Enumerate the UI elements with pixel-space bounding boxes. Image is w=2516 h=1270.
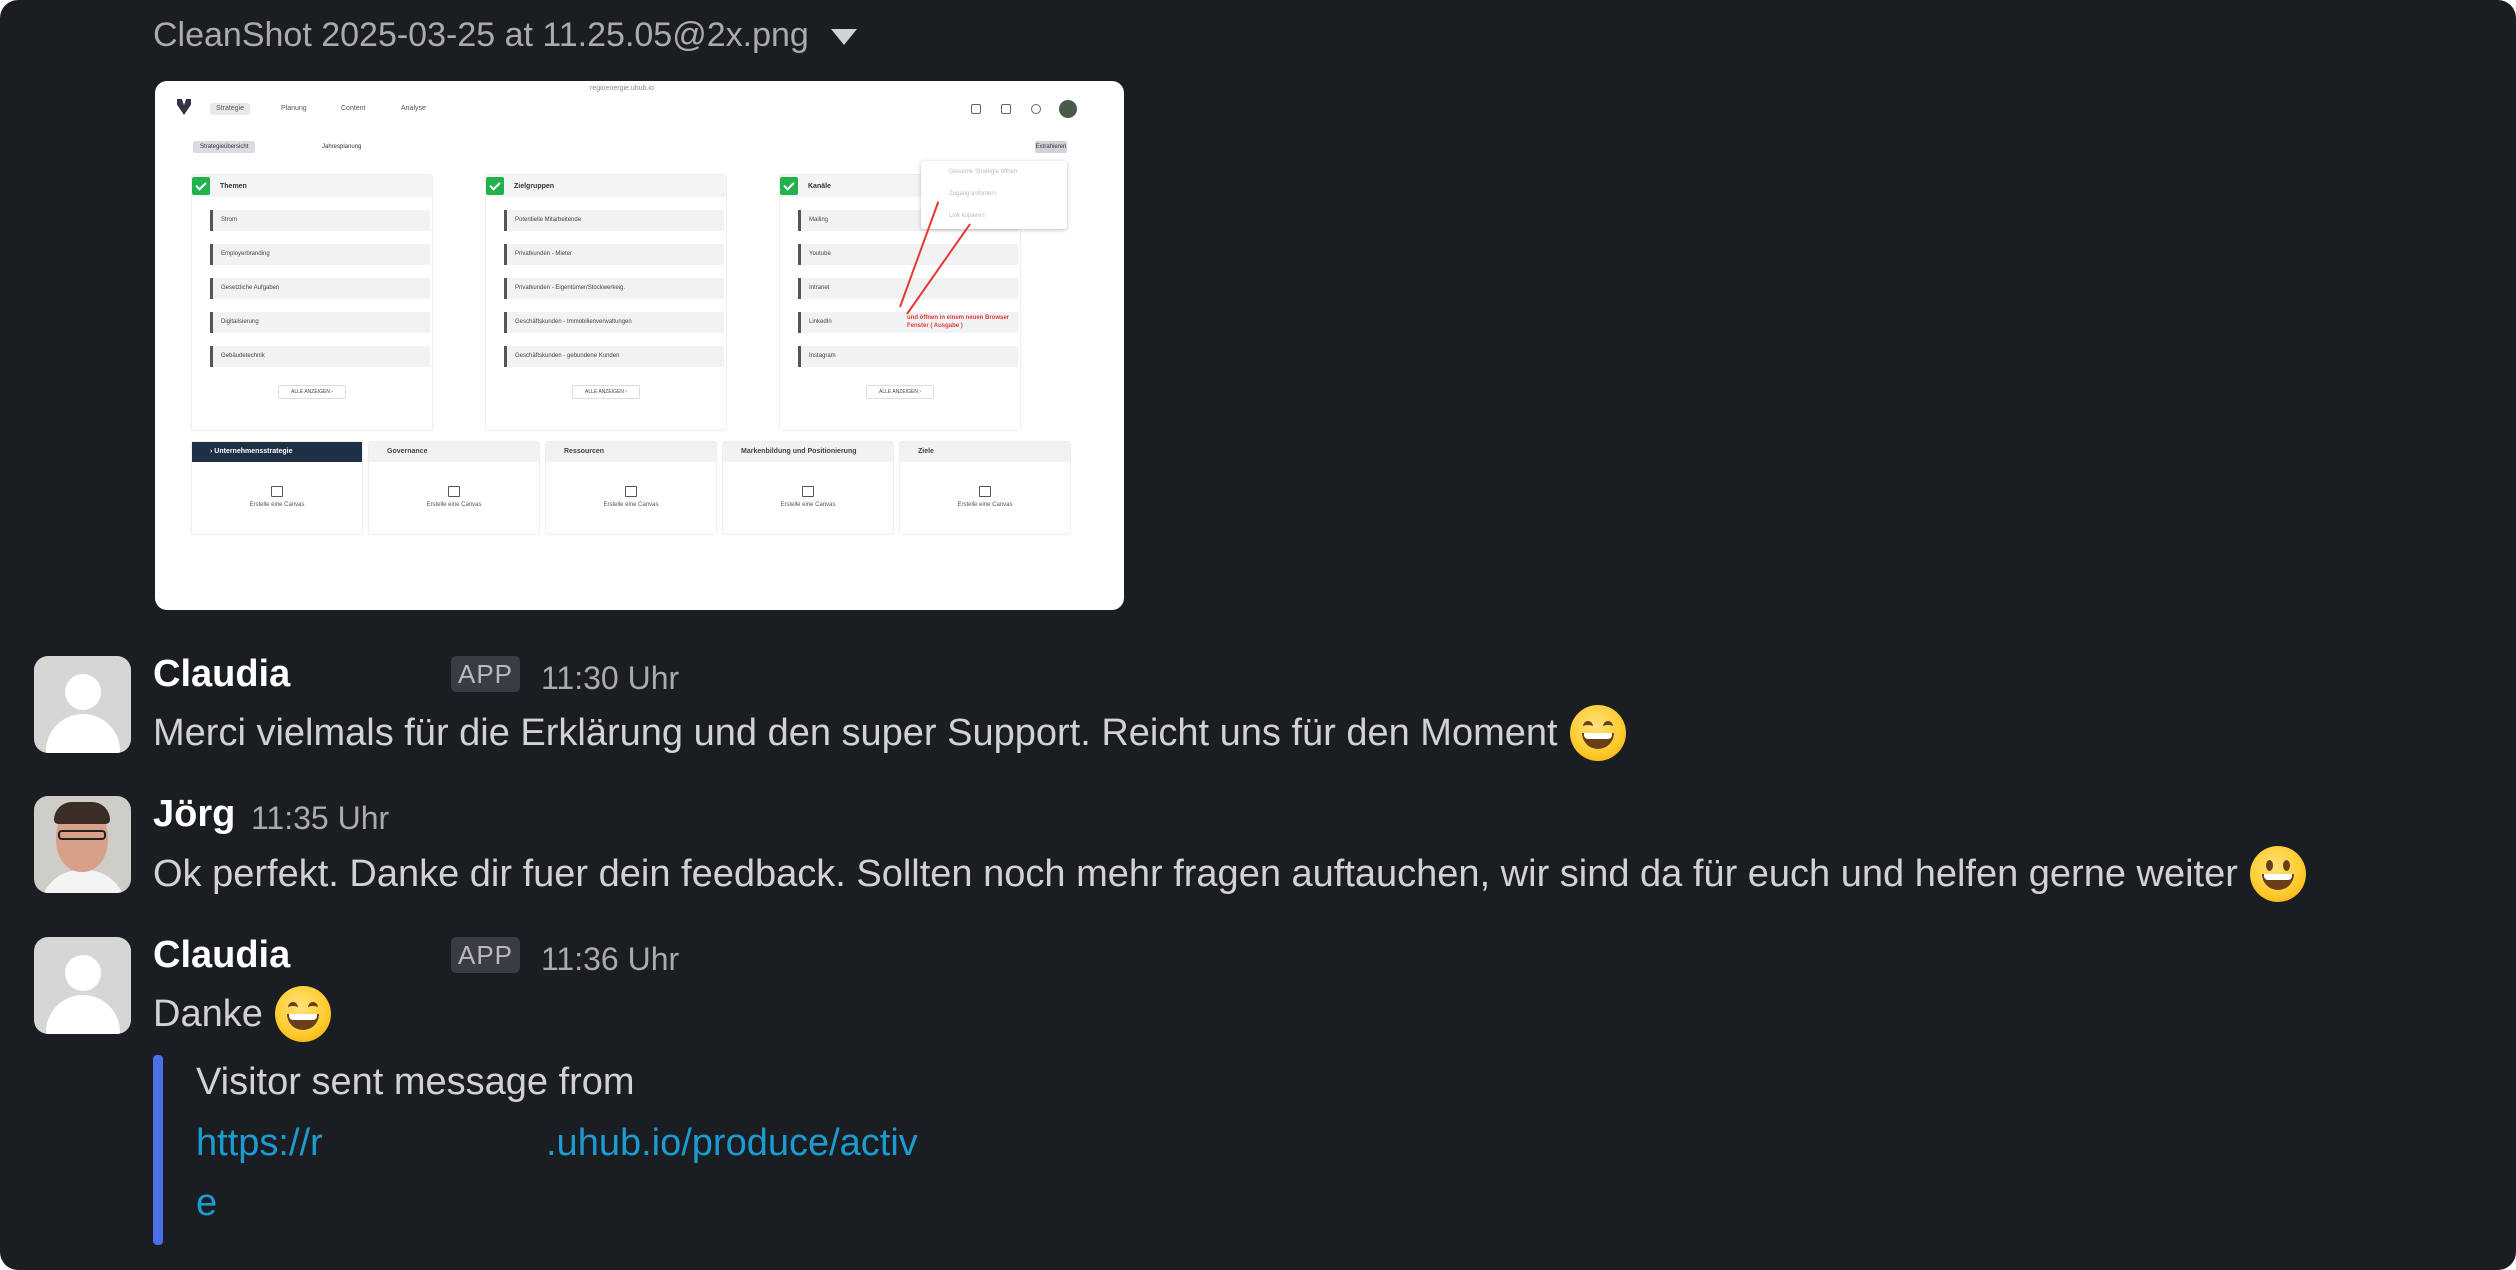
attachment-text: Visitor sent message from [196, 1061, 635, 1103]
message-text: Danke [153, 986, 331, 1042]
list-item: Privatkunden - Mieter [504, 244, 724, 265]
message-body: Danke [153, 992, 263, 1035]
canvas-title: Governance [369, 442, 539, 462]
canvas-label: Erstelle eine Canvas [957, 502, 1013, 508]
canvas-label: Erstelle eine Canvas [249, 502, 305, 508]
author-name[interactable]: Claudia [153, 653, 290, 696]
canvas-label: Erstelle eine Canvas [603, 502, 659, 508]
image-attachment[interactable]: regioenergie.uhub.io Strategie Planung C… [155, 81, 1124, 610]
canvas-icon [271, 486, 283, 497]
check-icon [192, 177, 210, 195]
avatar[interactable] [34, 656, 131, 753]
list-item: Geschäftskunden - gebundene Kunden [504, 346, 724, 367]
screenshot-nav: Strategie Planung Content Analyse [155, 95, 1124, 121]
menu-item: Link kopieren [949, 213, 985, 219]
author-name[interactable]: Claudia [153, 934, 290, 977]
list-item: Employerbranding [210, 244, 430, 265]
column-title: Zielgruppen [514, 182, 555, 190]
column-zielgruppen: Zielgruppen Potentielle Mitarbeitende Pr… [485, 174, 727, 431]
list-item: Digitalisierung [210, 312, 430, 333]
message-text: Ok perfekt. Danke dir fuer dein feedback… [153, 846, 2306, 902]
check-icon [780, 177, 798, 195]
app-badge: APP [451, 937, 520, 973]
list-item: Strom [210, 210, 430, 231]
context-menu: Gesamte Strategie öffnen Zugang anforder… [921, 161, 1067, 229]
annotation-note: und öffnen in einem neuen Browser Fenste… [907, 315, 1010, 329]
author-name[interactable]: Jörg [153, 793, 235, 836]
attachment-link[interactable]: https://r [196, 1122, 323, 1165]
list-item: Geschäftskunden - Immobilienverwaltungen [504, 312, 724, 333]
screenshot-url: regioenergie.uhub.io [590, 85, 654, 92]
app-badge: APP [451, 656, 520, 692]
message-text: Merci vielmals für die Erklärung und den… [153, 705, 1626, 761]
canvas-title: Ressourcen [546, 442, 716, 462]
avatar[interactable] [34, 796, 131, 893]
sub-tab-year: Jahresplanung [322, 144, 362, 150]
canvas-card: Ziele Erstelle eine Canvas [899, 441, 1071, 535]
list-item: Youtube [798, 244, 1018, 265]
canvas-icon [448, 486, 460, 497]
file-attachment-header: CleanShot 2025-03-25 at 11.25.05@2x.png [153, 16, 857, 55]
canvas-icon [625, 486, 637, 497]
canvas-title: Markenbildung und Positionierung [723, 442, 893, 462]
canvas-card: Governance Erstelle eine Canvas [368, 441, 540, 535]
file-name[interactable]: CleanShot 2025-03-25 at 11.25.05@2x.png [153, 16, 809, 55]
message-body: Ok perfekt. Danke dir fuer dein feedback… [153, 852, 2238, 895]
calendar-icon [1001, 104, 1011, 114]
user-avatar [1059, 100, 1077, 118]
column-title: Kanäle [808, 182, 831, 190]
check-icon [486, 177, 504, 195]
nav-tab-analyse: Analyse [401, 105, 426, 112]
timestamp[interactable]: 11:35 Uhr [251, 800, 389, 837]
show-all: ALLE ANZEIGEN › [278, 385, 346, 399]
grinning-smiling-eyes-icon [1569, 705, 1626, 761]
canvas-title: › Unternehmensstrategie [192, 442, 362, 462]
message-body: Merci vielmals für die Erklärung und den… [153, 711, 1558, 754]
attachment-link[interactable]: .uhub.io/produce/activ [546, 1122, 918, 1165]
list-item: Gesetzliche Aufgaben [210, 278, 430, 299]
grinning-smiling-eyes-icon [274, 986, 331, 1042]
slack-conversation: CleanShot 2025-03-25 at 11.25.05@2x.png … [0, 0, 2516, 1270]
list-item: Instagram [798, 346, 1018, 367]
sub-tab-overview: Strategieübersicht [193, 141, 256, 153]
column-title: Themen [220, 182, 247, 190]
nav-tab-planung: Planung [281, 105, 307, 112]
grinning-icon [2249, 846, 2306, 902]
avatar[interactable] [34, 937, 131, 1034]
bulb-icon [971, 104, 981, 114]
app-logo-icon [177, 99, 191, 115]
timestamp[interactable]: 11:30 Uhr [541, 660, 679, 697]
canvas-label: Erstelle eine Canvas [426, 502, 482, 508]
list-item: Gebäudetechnik [210, 346, 430, 367]
timestamp[interactable]: 11:36 Uhr [541, 941, 679, 978]
bell-icon [1031, 104, 1041, 114]
show-all: ALLE ANZEIGEN › [866, 385, 934, 399]
menu-item: Gesamte Strategie öffnen [949, 169, 1018, 175]
nav-tab-strategie: Strategie [210, 103, 251, 115]
extract-button: Extrahieren [1035, 141, 1067, 153]
nav-tab-content: Content [341, 105, 366, 112]
canvas-card: Ressourcen Erstelle eine Canvas [545, 441, 717, 535]
menu-item: Zugang anfordern [949, 191, 997, 197]
canvas-card: Markenbildung und Positionierung Erstell… [722, 441, 894, 535]
attachment-bar [153, 1055, 163, 1245]
canvas-label: Erstelle eine Canvas [780, 502, 836, 508]
chevron-down-icon[interactable] [830, 29, 857, 45]
canvas-title: Ziele [900, 442, 1070, 462]
list-item: Privatkunden - Eigentümer/Stockwerkeig. [504, 278, 724, 299]
column-themen: Themen Strom Employerbranding Gesetzlich… [191, 174, 433, 431]
canvas-icon [802, 486, 814, 497]
list-item: Potentielle Mitarbeitende [504, 210, 724, 231]
show-all: ALLE ANZEIGEN › [572, 385, 640, 399]
canvas-icon [979, 486, 991, 497]
attachment-link[interactable]: e [196, 1182, 217, 1225]
canvas-card: › Unternehmensstrategie Erstelle eine Ca… [191, 441, 363, 535]
